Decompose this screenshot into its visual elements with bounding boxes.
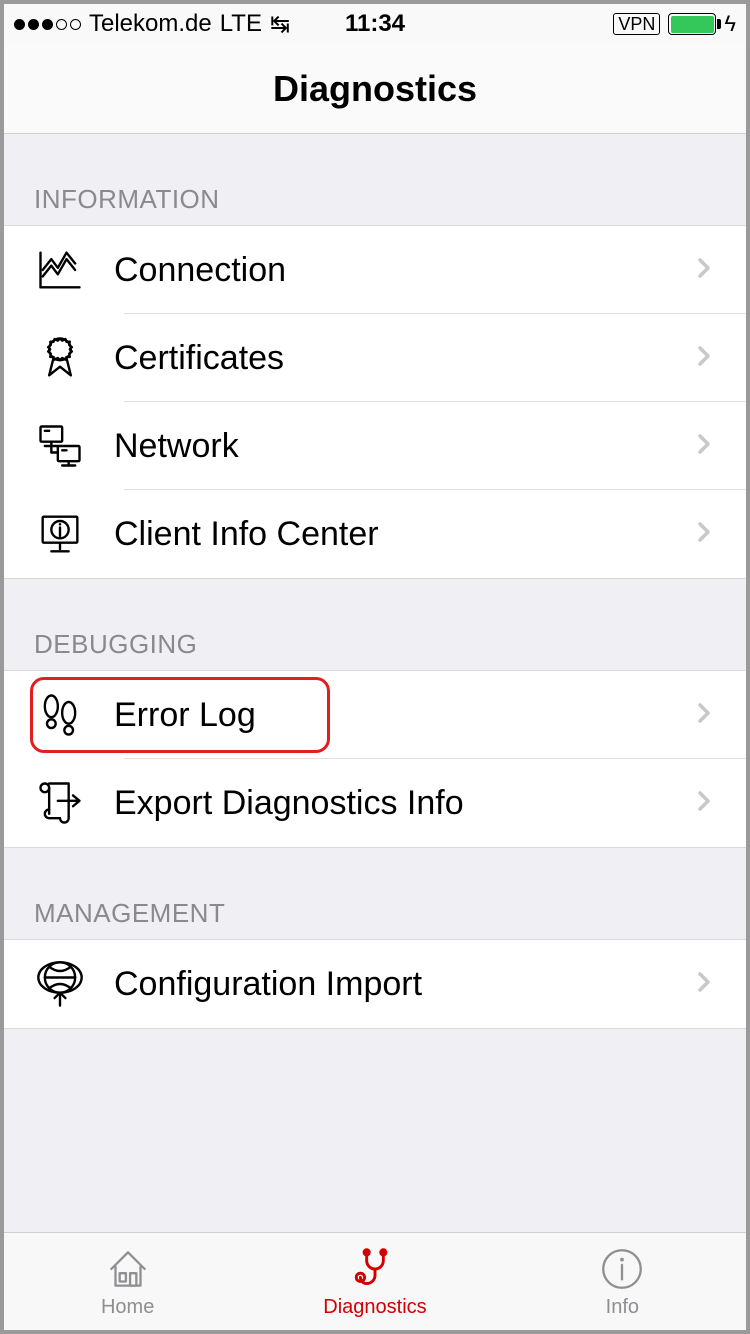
section-header-management: MANAGEMENT (4, 848, 746, 939)
footsteps-icon (34, 689, 104, 741)
ribbon-icon (34, 332, 104, 384)
row-client-info-center[interactable]: Client Info Center (4, 490, 746, 578)
chevron-right-icon (692, 520, 716, 549)
tab-label: Diagnostics (323, 1296, 426, 1319)
chevron-right-icon (692, 970, 716, 999)
row-label: Configuration Import (104, 965, 692, 1004)
row-label: Connection (104, 251, 692, 290)
chevron-right-icon (692, 701, 716, 730)
row-error-log[interactable]: Error Log (4, 671, 746, 759)
battery-icon (668, 13, 716, 35)
vpn-badge: VPN (613, 13, 660, 35)
row-network[interactable]: Network (4, 402, 746, 490)
row-label: Certificates (104, 339, 692, 378)
tab-bar: Home Diagnostics Info (4, 1232, 746, 1330)
row-configuration-import[interactable]: Configuration Import (4, 940, 746, 1028)
chevron-right-icon (692, 432, 716, 461)
chevron-right-icon (692, 256, 716, 285)
row-export-diagnostics[interactable]: Export Diagnostics Info (4, 759, 746, 847)
tab-diagnostics[interactable]: Diagnostics (251, 1233, 498, 1330)
status-bar: Telekom.de LTE ↹ 11:34 VPN ϟ (4, 4, 746, 44)
tab-label: Home (101, 1296, 154, 1319)
row-certificates[interactable]: Certificates (4, 314, 746, 402)
tab-info[interactable]: Info (499, 1233, 746, 1330)
charging-icon: ϟ (724, 11, 736, 37)
group-debugging: Error Log Export Diagnostics Info (4, 670, 746, 848)
row-label: Network (104, 427, 692, 466)
data-activity-icon: ↹ (270, 10, 290, 39)
chevron-right-icon (692, 789, 716, 818)
row-label: Error Log (104, 696, 692, 735)
export-scroll-icon (34, 777, 104, 829)
chevron-right-icon (692, 344, 716, 373)
network-type-label: LTE (220, 10, 262, 38)
section-header-information: INFORMATION (4, 134, 746, 225)
group-management: Configuration Import (4, 939, 746, 1029)
page-title: Diagnostics (273, 68, 477, 110)
globe-import-icon (34, 958, 104, 1010)
info-monitor-icon (34, 508, 104, 560)
row-connection[interactable]: Connection (4, 226, 746, 314)
carrier-label: Telekom.de (89, 10, 212, 38)
status-time: 11:34 (345, 10, 405, 38)
chart-line-icon (34, 244, 104, 296)
signal-strength-icon (14, 19, 81, 30)
row-label: Export Diagnostics Info (104, 784, 692, 823)
tab-home[interactable]: Home (4, 1233, 251, 1330)
nav-bar: Diagnostics (4, 44, 746, 134)
group-information: Connection Certificates (4, 225, 746, 579)
content-scroll[interactable]: INFORMATION Connection (4, 134, 746, 1232)
section-header-debugging: DEBUGGING (4, 579, 746, 670)
network-computers-icon (34, 420, 104, 472)
row-label: Client Info Center (104, 515, 692, 554)
tab-label: Info (606, 1296, 639, 1319)
